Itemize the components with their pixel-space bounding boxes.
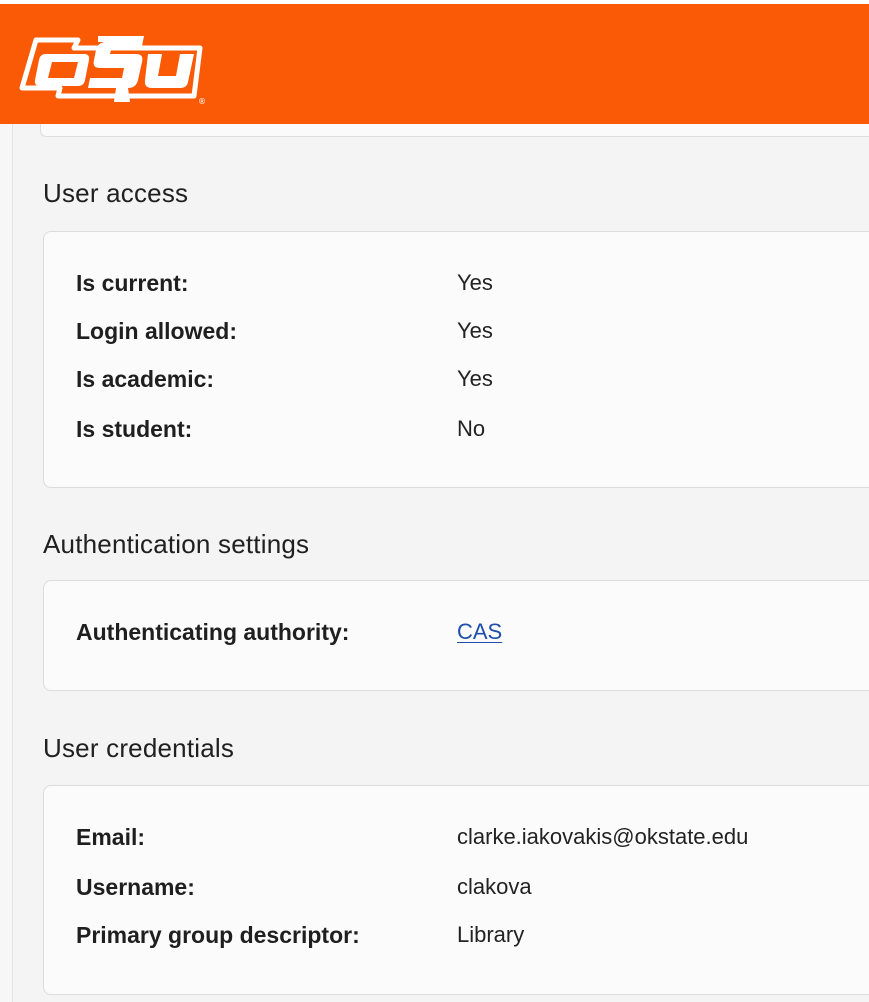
user-credentials-card: Email: clarke.iakovakis@okstate.edu User… — [43, 785, 869, 995]
previous-card-bottom — [40, 124, 869, 137]
left-rail — [0, 124, 13, 1002]
row-login-allowed: Login allowed: Yes — [76, 318, 869, 348]
row-is-academic: Is academic: Yes — [76, 366, 869, 396]
row-is-student: Is student: No — [76, 416, 869, 446]
field-label: Is academic: — [76, 366, 215, 392]
field-value: Library — [457, 922, 525, 947]
row-authenticating-authority: Authenticating authority: CAS — [76, 619, 869, 649]
field-label: Email: — [76, 824, 146, 850]
field-value: Yes — [457, 318, 493, 343]
osu-logo[interactable]: ® — [18, 18, 208, 118]
row-email: Email: clarke.iakovakis@okstate.edu — [76, 824, 869, 854]
field-label: Login allowed: — [76, 318, 237, 344]
field-value: Yes — [457, 366, 493, 391]
section-title-user-access: User access — [43, 178, 189, 208]
osu-logo-mark: ® — [19, 36, 206, 106]
row-primary-group-descriptor: Primary group descriptor: Library — [76, 922, 869, 952]
site-header: ® — [0, 0, 869, 124]
section-title-user-credentials: User credentials — [43, 733, 235, 763]
section-title-authentication-settings: Authentication settings — [43, 529, 310, 559]
field-label: Username: — [76, 874, 195, 900]
row-username: Username: clakova — [76, 874, 869, 904]
field-value: clakova — [457, 874, 532, 899]
field-label: Is current: — [76, 270, 189, 296]
field-label: Authenticating authority: — [76, 619, 350, 645]
user-access-card: Is current: Yes Login allowed: Yes Is ac… — [43, 231, 869, 488]
page: ® User access Is current: Yes Login allo… — [0, 0, 869, 1002]
field-value: clarke.iakovakis@okstate.edu — [457, 824, 749, 849]
svg-text:®: ® — [198, 97, 206, 106]
field-value: Yes — [457, 270, 493, 295]
row-is-current: Is current: Yes — [76, 270, 869, 300]
authentication-settings-card: Authenticating authority: CAS — [43, 580, 869, 691]
field-label: Primary group descriptor: — [76, 922, 360, 948]
field-value: No — [457, 416, 486, 441]
cas-link[interactable]: CAS — [457, 619, 502, 645]
field-label: Is student: — [76, 416, 193, 442]
